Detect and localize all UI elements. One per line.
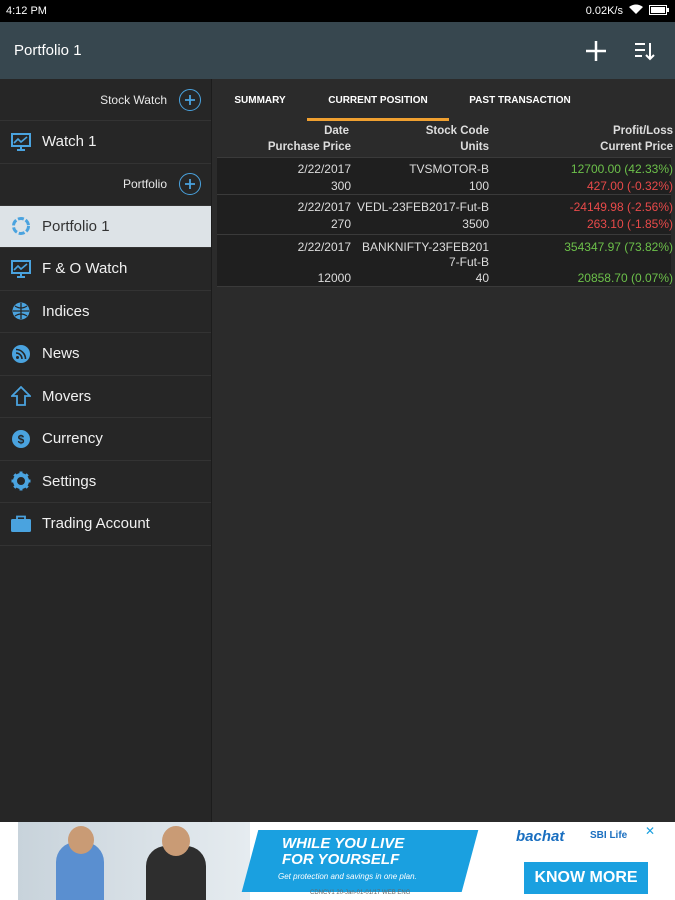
globe-icon (10, 300, 32, 322)
svg-text:$: $ (18, 432, 25, 446)
tab-bar: SUMMARY CURRENT POSITION PAST TRANSACTIO… (213, 79, 675, 121)
ad-subtext: Get protection and savings in one plan. (278, 872, 417, 881)
header-current-price: Current Price (600, 141, 673, 153)
sidebar-item-trading-account[interactable]: Trading Account (0, 503, 211, 546)
sidebar-item-watch-1[interactable]: Watch 1 (0, 121, 211, 164)
ad-brand-sbi-life: SBI Life (590, 830, 628, 841)
sidebar-item-news[interactable]: News (0, 333, 211, 376)
header-purchase-price: Purchase Price (267, 141, 351, 153)
ad-brand-bachat: bachat (516, 828, 565, 845)
table-row[interactable]: 2/22/2017 300 TVSMOTOR-B 100 12700.00 (4… (217, 157, 673, 195)
wifi-icon (629, 4, 643, 18)
sidebar: Stock Watch Watch 1 Portfolio Portfolio … (0, 79, 212, 822)
table-row[interactable]: 2/22/2017 12000 BANKNIFTY-23FEB201 7-Fut… (217, 235, 673, 287)
table-header: Date Purchase Price Stock Code Units Pro… (213, 121, 675, 157)
stock-watch-header: Stock Watch (0, 79, 211, 121)
page-title: Portfolio 1 (14, 42, 82, 59)
net-speed: 0.02K/s (585, 5, 623, 17)
ad-headline: WHILE YOU LIVE FOR YOURSELF (282, 835, 405, 868)
ad-fine-print: CDNCV1 20-Jan-01-01/17 WEB ENG (310, 890, 411, 896)
ad-banner[interactable]: WHILE YOU LIVE FOR YOURSELF Get protecti… (0, 822, 675, 900)
plus-icon (185, 94, 195, 105)
main-content: SUMMARY CURRENT POSITION PAST TRANSACTIO… (213, 79, 675, 822)
tab-past-transaction[interactable]: PAST TRANSACTION (449, 79, 591, 121)
monitor-icon (10, 258, 32, 280)
header-date: Date (324, 125, 349, 137)
add-button[interactable] (579, 34, 613, 68)
portfolio-header: Portfolio (0, 164, 211, 206)
gear-icon (10, 470, 32, 492)
ad-close-icon[interactable]: ✕ (645, 824, 655, 838)
status-time: 4:12 PM (6, 5, 47, 17)
know-more-button[interactable]: KNOW MORE (524, 862, 648, 894)
status-bar: 4:12 PM 0.02K/s (0, 0, 675, 22)
battery-icon (649, 4, 669, 18)
dollar-icon: $ (10, 428, 32, 450)
sidebar-item-settings[interactable]: Settings (0, 461, 211, 503)
add-portfolio-button[interactable] (179, 173, 201, 195)
ad-photo (18, 822, 250, 900)
header-profit-loss: Profit/Loss (612, 125, 673, 137)
sidebar-item-portfolio-1[interactable]: Portfolio 1 (0, 205, 211, 248)
sidebar-item-movers[interactable]: Movers (0, 376, 211, 418)
plus-icon (185, 179, 195, 189)
sidebar-item-indices[interactable]: Indices (0, 291, 211, 333)
sidebar-item-currency[interactable]: $ Currency (0, 418, 211, 461)
app-bar: Portfolio 1 (0, 22, 675, 79)
rss-icon (10, 343, 32, 365)
sidebar-item-fo-watch[interactable]: F & O Watch (0, 248, 211, 291)
add-stock-watch-button[interactable] (179, 88, 201, 111)
tab-summary[interactable]: SUMMARY (213, 79, 307, 121)
arrow-up-icon (10, 385, 32, 407)
table-row[interactable]: 2/22/2017 270 VEDL-23FEB2017-Fut-B 3500 … (217, 195, 673, 235)
sort-icon (635, 42, 655, 60)
plus-icon (586, 40, 606, 61)
ring-icon (10, 215, 32, 237)
sort-button[interactable] (627, 34, 661, 68)
header-units: Units (460, 141, 489, 153)
monitor-icon (10, 131, 32, 153)
briefcase-icon (10, 513, 32, 535)
tab-current-position[interactable]: CURRENT POSITION (307, 79, 449, 121)
header-stock-code: Stock Code (425, 125, 489, 137)
